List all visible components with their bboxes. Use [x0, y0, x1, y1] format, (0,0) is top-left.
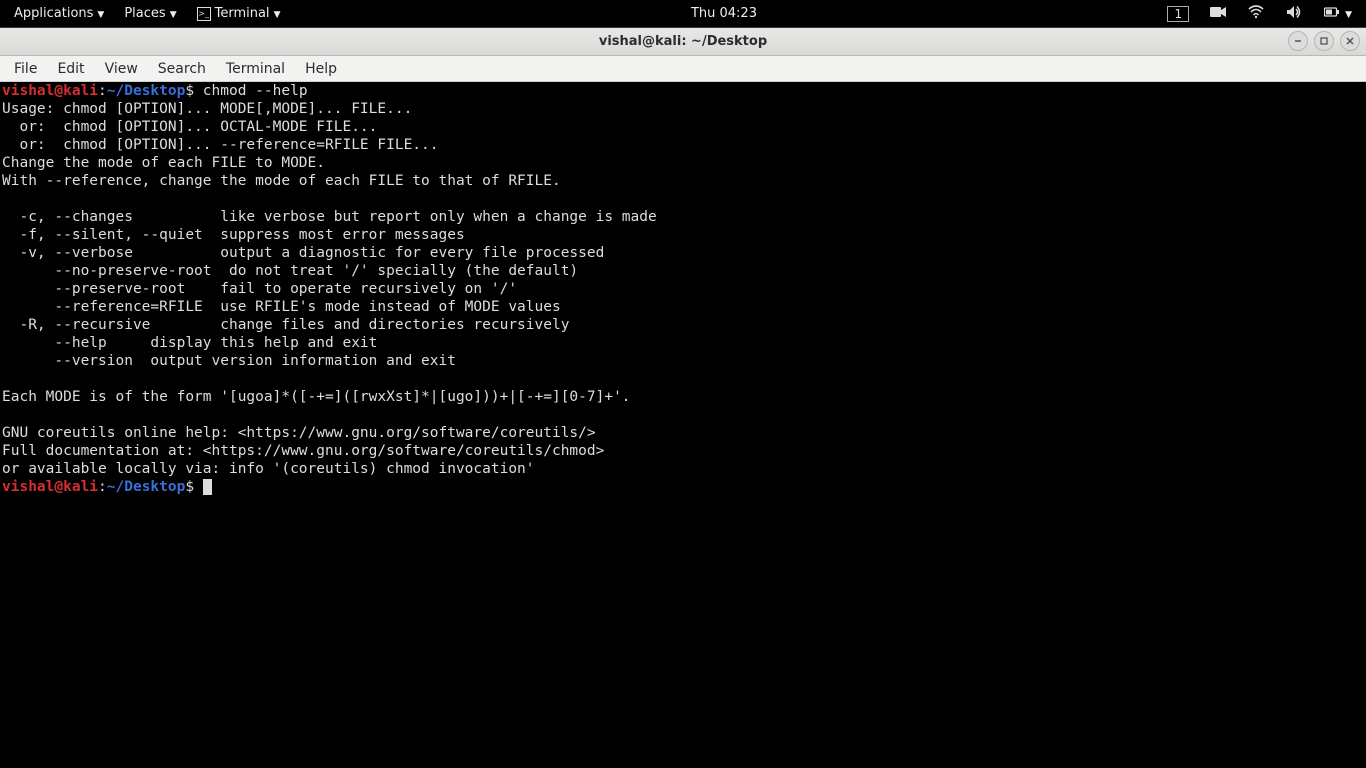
chevron-down-icon: ▼	[170, 10, 177, 20]
battery-icon	[1323, 6, 1341, 22]
volume-indicator[interactable]	[1277, 0, 1311, 27]
output-line: --no-preserve-root do not treat '/' spec…	[2, 263, 578, 279]
camera-icon	[1209, 6, 1227, 22]
output-line: or: chmod [OPTION]... --reference=RFILE …	[2, 137, 439, 153]
applications-menu[interactable]: Applications ▼	[6, 0, 112, 27]
cursor	[203, 479, 212, 495]
chevron-down-icon: ▼	[1345, 10, 1352, 20]
output-line: or: chmod [OPTION]... OCTAL-MODE FILE...	[2, 119, 377, 135]
terminal-icon: >_	[197, 7, 211, 21]
output-line: -R, --recursive change files and directo…	[2, 317, 569, 333]
close-button[interactable]	[1340, 31, 1360, 51]
window-controls	[1288, 31, 1360, 51]
prompt-slash: /	[116, 479, 125, 495]
terminal-label: Terminal	[215, 6, 270, 21]
gnome-top-panel: Applications ▼ Places ▼ >_ Terminal ▼ Th…	[0, 0, 1366, 27]
record-indicator[interactable]	[1201, 0, 1235, 27]
clock-label: Thu 04:23	[691, 6, 757, 21]
window-titlebar[interactable]: vishal@kali: ~/Desktop	[0, 28, 1366, 56]
prompt-path: Desktop	[124, 479, 185, 495]
power-indicator[interactable]: ▼	[1315, 0, 1360, 27]
prompt-user: vishal@kali	[2, 83, 98, 99]
output-line: GNU coreutils online help: <https://www.…	[2, 425, 596, 441]
chevron-down-icon: ▼	[274, 10, 281, 20]
panel-right: 1 ▼	[1159, 0, 1360, 27]
output-line: -v, --verbose output a diagnostic for ev…	[2, 245, 604, 261]
output-line: Usage: chmod [OPTION]... MODE[,MODE]... …	[2, 101, 412, 117]
output-line: With --reference, change the mode of eac…	[2, 173, 561, 189]
menubar: File Edit View Search Terminal Help	[0, 56, 1366, 82]
network-indicator[interactable]	[1239, 0, 1273, 27]
prompt-tilde: ~	[107, 83, 116, 99]
prompt-path: Desktop	[124, 83, 185, 99]
output-line: --preserve-root fail to operate recursiv…	[2, 281, 517, 297]
menu-edit[interactable]: Edit	[47, 56, 94, 81]
prompt-slash: /	[116, 83, 125, 99]
workspace-badge: 1	[1167, 6, 1189, 22]
wifi-icon	[1247, 5, 1265, 23]
menu-search[interactable]: Search	[148, 56, 216, 81]
output-line: --reference=RFILE use RFILE's mode inste…	[2, 299, 561, 315]
menu-view[interactable]: View	[95, 56, 148, 81]
output-line: -c, --changes like verbose but report on…	[2, 209, 657, 225]
output-line: Full documentation at: <https://www.gnu.…	[2, 443, 604, 459]
window-title: vishal@kali: ~/Desktop	[0, 34, 1366, 49]
panel-clock[interactable]: Thu 04:23	[288, 6, 1159, 21]
places-menu[interactable]: Places ▼	[116, 0, 184, 27]
prompt-dollar: $	[185, 479, 194, 495]
output-line: or available locally via: info '(coreuti…	[2, 461, 535, 477]
volume-icon	[1285, 5, 1303, 23]
workspace-indicator[interactable]: 1	[1159, 0, 1197, 27]
output-line: --help display this help and exit	[2, 335, 377, 351]
menu-terminal[interactable]: Terminal	[216, 56, 295, 81]
panel-left: Applications ▼ Places ▼ >_ Terminal ▼	[6, 0, 288, 27]
maximize-button[interactable]	[1314, 31, 1334, 51]
prompt-sep: :	[98, 83, 107, 99]
output-line: -f, --silent, --quiet suppress most erro…	[2, 227, 465, 243]
menu-help[interactable]: Help	[295, 56, 347, 81]
places-label: Places	[124, 6, 165, 21]
prompt-tilde: ~	[107, 479, 116, 495]
output-line: --version output version information and…	[2, 353, 456, 369]
terminal-app-menu[interactable]: >_ Terminal ▼	[189, 0, 289, 27]
prompt-sep: :	[98, 479, 107, 495]
output-line: Change the mode of each FILE to MODE.	[2, 155, 325, 171]
prompt-user: vishal@kali	[2, 479, 98, 495]
terminal-viewport[interactable]: vishal@kali:~/Desktop$ chmod --help Usag…	[0, 82, 1366, 768]
terminal-window: vishal@kali: ~/Desktop File Edit View Se…	[0, 27, 1366, 768]
output-line: Each MODE is of the form '[ugoa]*([-+=](…	[2, 389, 631, 405]
menu-file[interactable]: File	[4, 56, 47, 81]
prompt-dollar: $	[185, 83, 194, 99]
minimize-button[interactable]	[1288, 31, 1308, 51]
chevron-down-icon: ▼	[97, 10, 104, 20]
applications-label: Applications	[14, 6, 93, 21]
command-text: chmod --help	[194, 83, 308, 99]
